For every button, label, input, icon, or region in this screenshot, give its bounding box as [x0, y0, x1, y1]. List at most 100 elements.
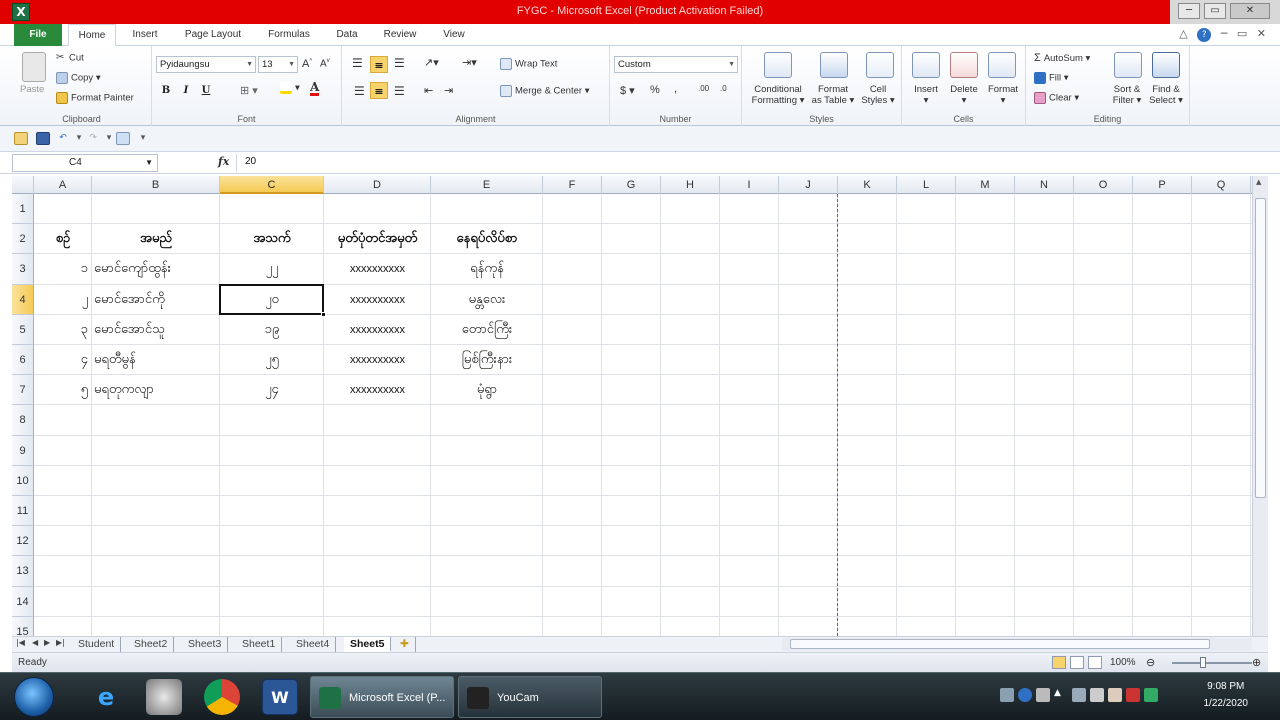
tab-data[interactable]: Data — [328, 24, 366, 46]
insert-function-icon[interactable]: fx — [218, 155, 229, 168]
merge-center-button[interactable]: Merge & Center ▾ — [500, 85, 589, 97]
format-cells-button[interactable]: Format ▾ — [984, 84, 1022, 106]
cell-serial[interactable]: ၄ — [34, 345, 88, 375]
cell-id-number[interactable]: xxxxxxxxxx — [324, 375, 431, 405]
row-header-10[interactable]: 10 — [12, 465, 34, 496]
page-layout-view-button[interactable] — [1070, 656, 1084, 669]
row-header-14[interactable]: 14 — [12, 586, 34, 617]
align-bottom-icon[interactable]: ☰ — [394, 56, 405, 70]
column-header-i[interactable]: I — [720, 176, 779, 194]
insert-cells-button[interactable]: Insert ▾ — [908, 84, 944, 106]
select-all-corner[interactable] — [12, 176, 34, 194]
insert-sheet-icon[interactable]: ✚ — [394, 637, 416, 652]
underline-button[interactable]: U — [198, 82, 214, 99]
first-sheet-icon[interactable]: |◀ — [16, 638, 25, 647]
italic-button[interactable]: I — [178, 82, 194, 99]
worksheet-grid[interactable]: ABCDEFGHIJKLMNOPQ 1 2 3 4 5 6 7 8 9 10 11 12 13 14 15 စ… — [12, 176, 1252, 636]
cell-address[interactable]: ရန်ကုန် — [431, 254, 543, 284]
save-icon[interactable] — [36, 132, 50, 145]
number-format-select[interactable]: Custom ▼ — [614, 56, 738, 73]
header-cell-c[interactable]: အသက် — [220, 224, 324, 254]
column-header-o[interactable]: O — [1074, 176, 1133, 194]
column-header-q[interactable]: Q — [1192, 176, 1251, 194]
format-as-table-icon[interactable] — [820, 52, 848, 78]
insert-cells-icon[interactable] — [912, 52, 940, 78]
taskbar-task-0[interactable]: Microsoft Excel (P... — [310, 676, 454, 718]
word-icon[interactable]: W — [262, 679, 298, 715]
cell-serial[interactable]: ၅ — [34, 375, 88, 405]
align-middle-icon[interactable]: ≡ — [370, 56, 388, 73]
cell-serial[interactable]: ၁ — [34, 254, 88, 284]
format-cells-icon[interactable] — [988, 52, 1016, 78]
paste-button[interactable]: Paste — [20, 84, 44, 95]
formula-input[interactable]: 20 — [236, 154, 1268, 172]
normal-view-button[interactable] — [1052, 656, 1066, 669]
sort-filter-icon[interactable] — [1114, 52, 1142, 78]
row-header-3[interactable]: 3 — [12, 254, 34, 285]
conditional-formatting-icon[interactable] — [764, 52, 792, 78]
start-button[interactable] — [14, 677, 54, 717]
chevron-down-icon[interactable]: ▾ — [72, 132, 86, 145]
shrink-font-button[interactable]: Av — [320, 58, 330, 69]
header-cell-b[interactable]: အမည် — [92, 224, 220, 254]
header-cell-d[interactable]: မှတ်ပုံတင်အမှတ် — [324, 224, 431, 254]
align-center-icon[interactable]: ≡ — [370, 82, 388, 99]
tab-page-layout[interactable]: Page Layout — [176, 24, 250, 46]
indent-icon[interactable]: ⇥▾ — [462, 56, 477, 69]
percent-button[interactable]: % — [650, 84, 660, 96]
format-as-table-button[interactable]: Format as Table ▾ — [810, 84, 856, 106]
cell-name[interactable]: မောင်အောင်သူ — [94, 315, 165, 345]
delete-cells-button[interactable]: Delete ▾ — [946, 84, 982, 106]
cell-id-number[interactable]: xxxxxxxxxx — [324, 254, 431, 284]
sheet-tab-sheet5[interactable]: Sheet5 — [344, 637, 392, 652]
cell-name[interactable]: မောင်ကျော်ထွန်း — [94, 254, 171, 284]
fill-handle[interactable] — [321, 311, 326, 317]
orientation-icon[interactable]: ↗▾ — [424, 56, 439, 69]
help-icon[interactable]: ? — [1197, 28, 1212, 42]
row-header-8[interactable]: 8 — [12, 405, 34, 436]
font-name-select[interactable]: Pyidaungsu ▼ — [156, 56, 256, 73]
tab-formulas[interactable]: Formulas — [258, 24, 320, 46]
horizontal-scroll-thumb[interactable] — [790, 639, 1210, 649]
workbook-close-icon[interactable]: ✕ — [1257, 27, 1266, 40]
cell-serial[interactable]: ၂ — [34, 285, 88, 315]
column-header-j[interactable]: J — [779, 176, 838, 194]
workbook-minimize-icon[interactable]: ─ — [1221, 27, 1228, 40]
header-cell-a[interactable]: စဉ် — [34, 224, 92, 254]
tab-review[interactable]: Review — [376, 24, 424, 46]
format-painter-button[interactable]: Format Painter — [56, 92, 134, 104]
conditional-formatting-button[interactable]: Conditional Formatting ▾ — [748, 84, 808, 106]
wrap-text-button[interactable]: Wrap Text — [500, 58, 557, 70]
cell-id-number[interactable]: xxxxxxxxxx — [324, 285, 431, 315]
undo-icon[interactable]: ↶ — [56, 132, 70, 145]
cell-address[interactable]: တောင်ကြီး — [431, 315, 543, 345]
cell-name[interactable]: မရတီမွန် — [94, 345, 136, 375]
row-header-5[interactable]: 5 — [12, 314, 34, 345]
column-header-n[interactable]: N — [1015, 176, 1074, 194]
column-header-d[interactable]: D — [324, 176, 431, 194]
binoculars-icon[interactable] — [1152, 52, 1180, 78]
increase-indent-icon[interactable]: ⇥ — [444, 84, 453, 97]
print-preview-icon[interactable] — [116, 132, 130, 145]
sheet-tab-sheet3[interactable]: Sheet3 — [182, 637, 229, 652]
open-folder-icon[interactable] — [14, 132, 28, 145]
align-right-icon[interactable]: ☰ — [394, 84, 405, 98]
prev-sheet-icon[interactable]: ◀ — [32, 638, 38, 647]
page-break-view-button[interactable] — [1088, 656, 1102, 669]
column-header-h[interactable]: H — [661, 176, 720, 194]
column-header-a[interactable]: A — [34, 176, 92, 194]
row-header-15[interactable]: 15 — [12, 616, 34, 636]
customize-qat-icon[interactable]: ▾ — [136, 132, 150, 145]
column-header-g[interactable]: G — [602, 176, 661, 194]
align-left-icon[interactable]: ☰ — [354, 84, 365, 98]
cell-age[interactable]: ၂၂ — [220, 254, 324, 284]
delete-cells-icon[interactable] — [950, 52, 978, 78]
row-header-1[interactable]: 1 — [12, 194, 34, 225]
decrease-decimal-button[interactable]: .0 — [720, 84, 727, 93]
cell-styles-icon[interactable] — [866, 52, 894, 78]
column-header-p[interactable]: P — [1133, 176, 1192, 194]
tab-file[interactable]: File — [14, 24, 62, 46]
clear-button[interactable]: Clear ▾ — [1034, 92, 1079, 104]
cell-address[interactable]: မန္တလေး — [431, 285, 543, 315]
borders-icon[interactable]: ⊞ ▾ — [240, 84, 258, 97]
